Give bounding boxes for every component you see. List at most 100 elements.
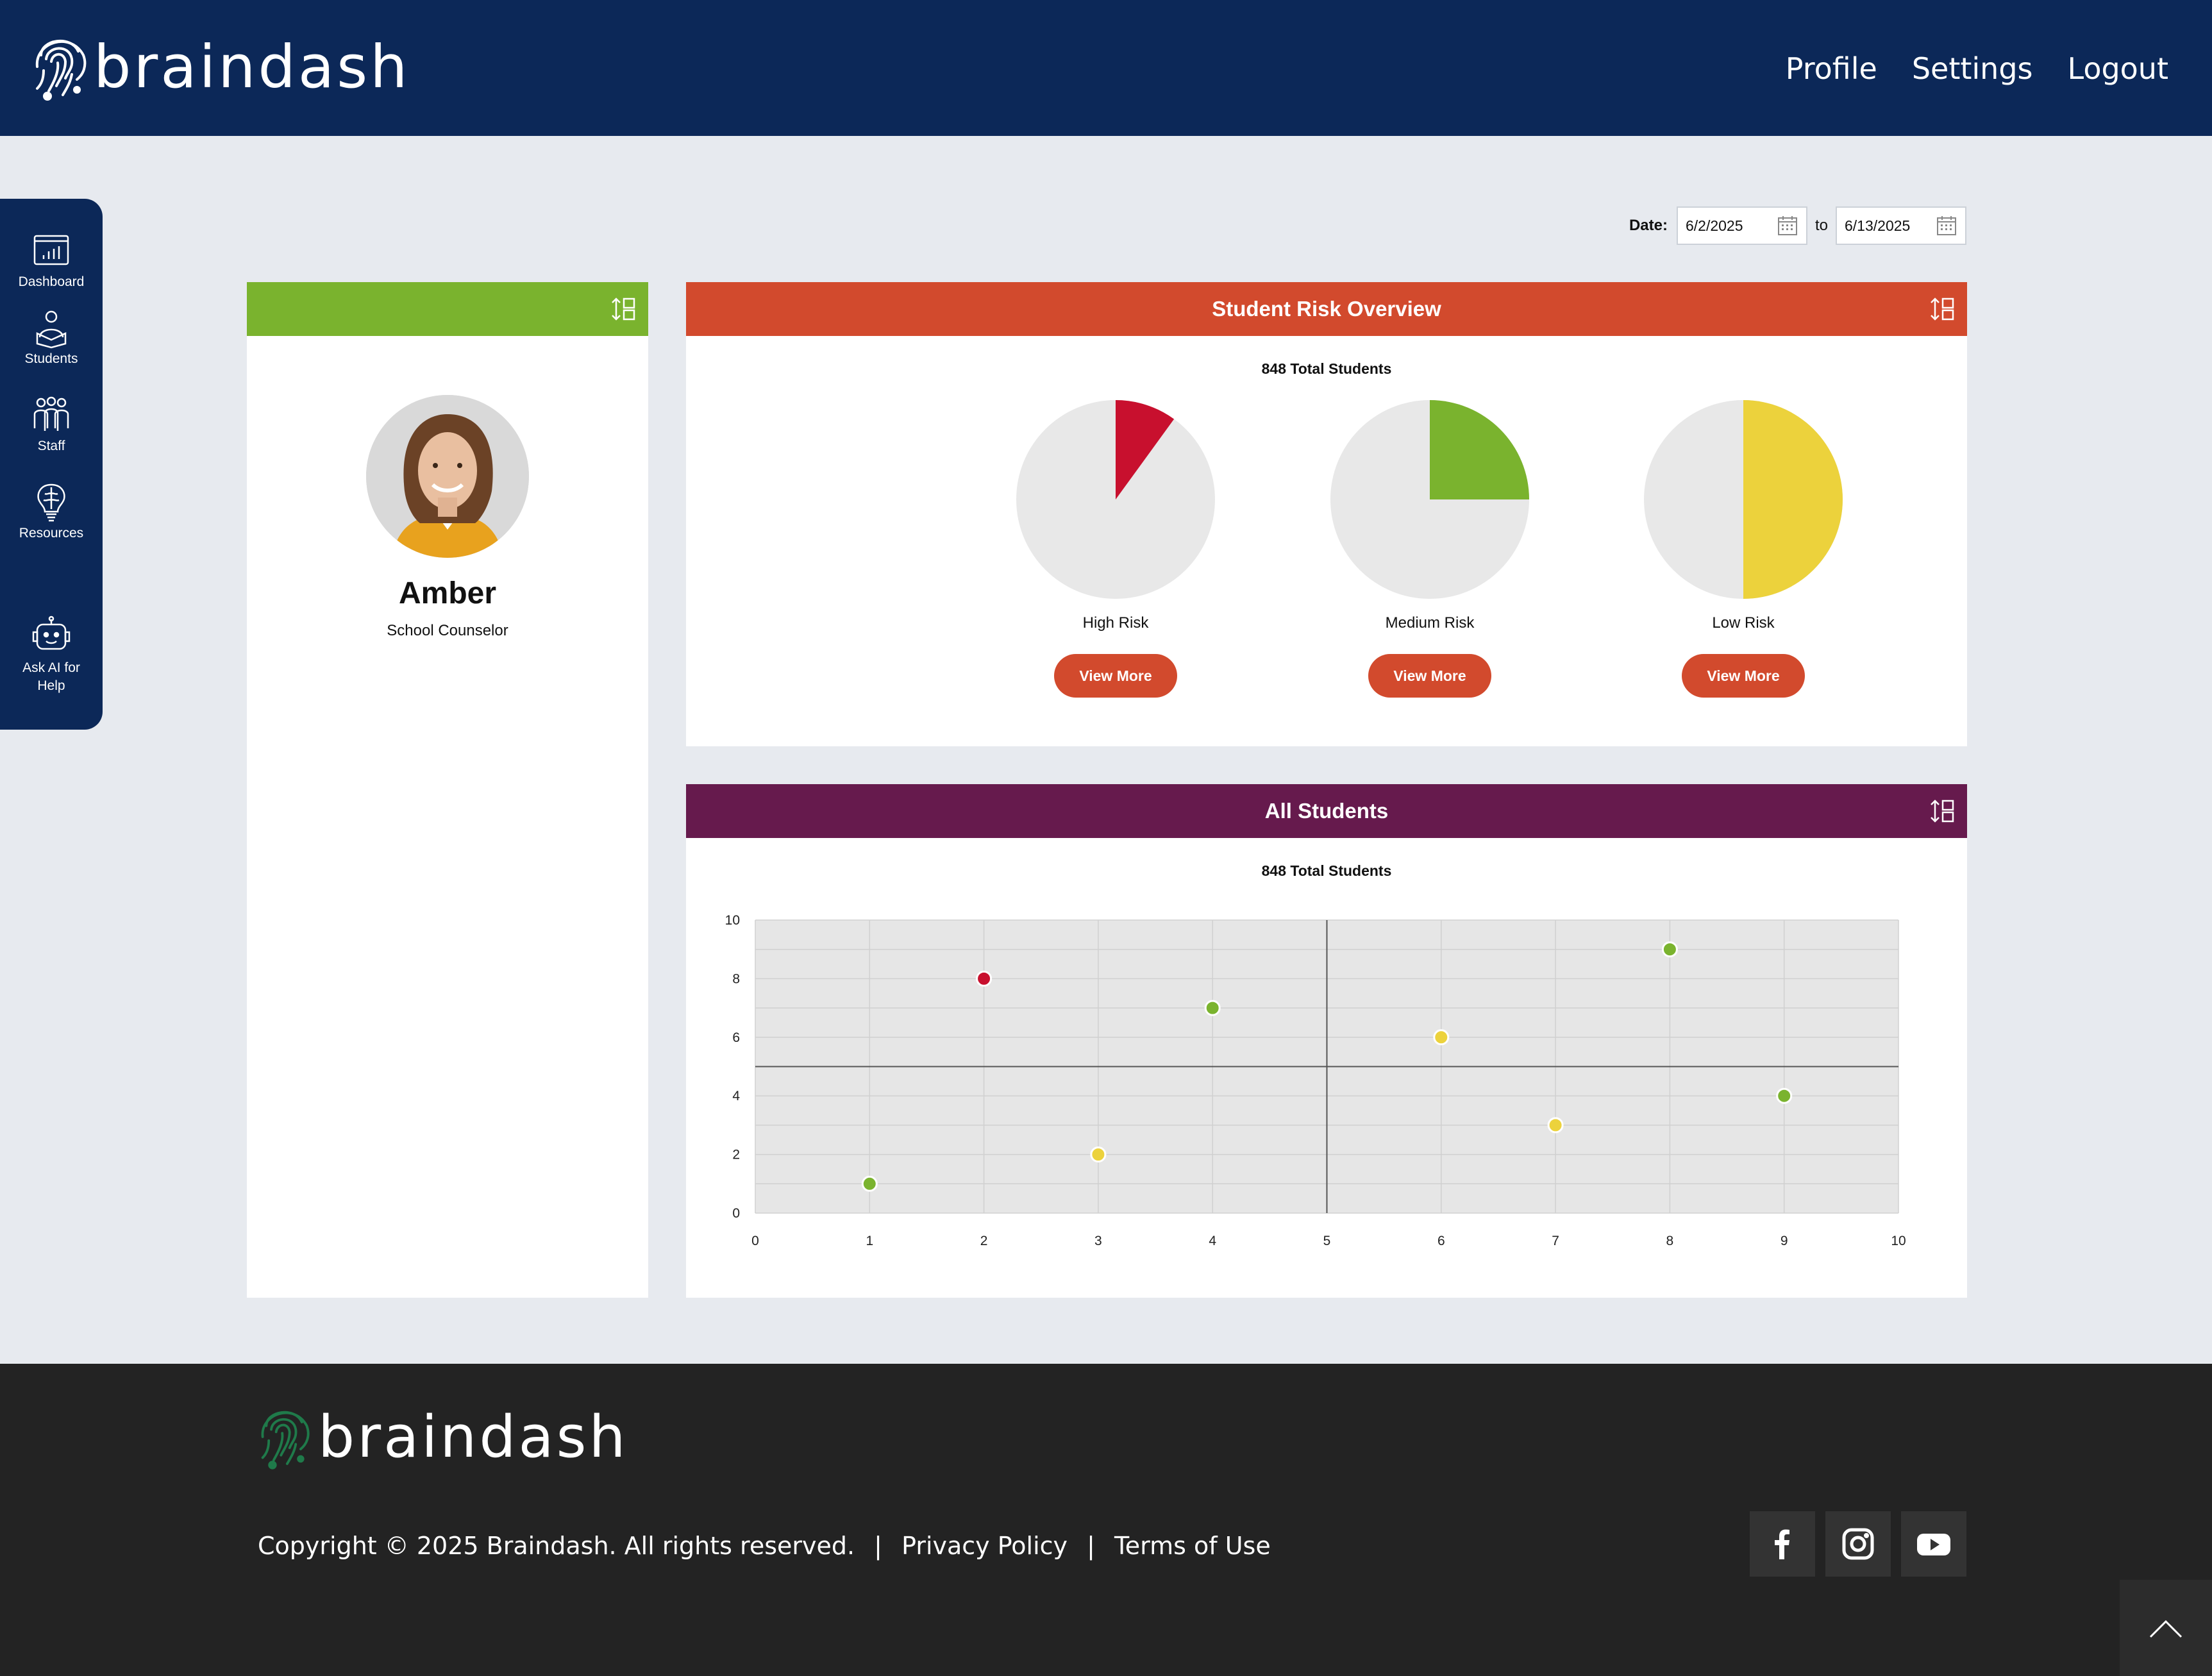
sort-toggle-icon[interactable] [610,295,638,323]
sidebar-item-label: Staff [37,439,65,453]
sidebar-item-label: Resources [19,526,84,541]
footer-logo[interactable]: braindash [258,1401,628,1473]
sidebar-item-students[interactable]: Students [0,308,103,367]
all-students-header: All Students [686,784,1967,838]
x-tick-label: 3 [1094,1234,1102,1248]
low-risk-pie [1644,400,1843,599]
sidebar-item-dashboard[interactable]: Dashboard [0,231,103,290]
staff-icon [33,396,69,431]
profile-name: Amber [398,576,497,610]
separator: | [1087,1532,1095,1560]
top-header: braindash Profile Settings Logout [0,0,2212,136]
medium-risk-slice [1430,400,1529,499]
facebook-button[interactable] [1750,1511,1815,1577]
nav-settings-link[interactable]: Settings [1912,51,2033,86]
date-range-filter: Date: 6/2/2025 to 6/13/2025 [1629,206,1966,245]
copyright-text: Copyright © 2025 Braindash. All rights r… [258,1532,855,1560]
dashboard-icon [33,235,69,265]
sidebar-item-resources[interactable]: Resources [0,482,103,541]
top-nav: Profile Settings Logout [1786,51,2168,86]
student-point [1776,1087,1793,1104]
sidebar-item-staff[interactable]: Staff [0,395,103,454]
low-risk-slice [1743,400,1843,599]
sidebar: Dashboard Students Staff Resources Ask A… [0,199,103,730]
student-point [1204,1000,1221,1016]
fingerprint-icon [261,1411,310,1470]
pie-label: Medium Risk [1385,614,1475,632]
brand-logo[interactable]: braindash [32,28,410,105]
scroll-to-top-button[interactable] [2120,1580,2212,1676]
profile-photo [366,395,529,558]
x-tick-label: 6 [1437,1234,1445,1248]
x-tick-label: 10 [1891,1234,1906,1248]
y-tick-label: 4 [732,1089,740,1103]
panel-title: All Students [1264,799,1389,823]
profile-role: School Counselor [387,622,508,639]
date-to-input[interactable]: 6/13/2025 [1836,206,1966,245]
sort-toggle-icon[interactable] [1929,295,1957,323]
sidebar-item-label: Dashboard [18,274,85,289]
privacy-policy-link[interactable]: Privacy Policy [901,1532,1068,1560]
student-point [1433,1029,1450,1046]
risk-total-students: 848 Total Students [1261,360,1392,377]
view-more-medium-risk-button[interactable]: View More [1368,654,1491,698]
view-more-high-risk-button[interactable]: View More [1054,654,1177,698]
x-tick-label: 8 [1666,1234,1674,1248]
nav-profile-link[interactable]: Profile [1786,51,1877,86]
date-label: Date: [1629,217,1668,234]
footer-links: Copyright © 2025 Braindash. All rights r… [258,1532,1271,1560]
risk-overview-panel: Student Risk Overview 848 Total Students… [686,282,1967,746]
y-tick-label: 8 [732,971,740,986]
social-links [1750,1511,1966,1577]
x-tick-label: 2 [980,1234,988,1248]
student-point [861,1175,878,1192]
date-to-value: 6/13/2025 [1845,217,1911,234]
date-from-input[interactable]: 6/2/2025 [1676,206,1807,245]
instagram-icon [1842,1528,1874,1560]
terms-of-use-link[interactable]: Terms of Use [1114,1532,1271,1560]
student-point [1090,1146,1107,1163]
date-from-value: 6/2/2025 [1685,217,1743,234]
y-tick-label: 10 [725,913,740,928]
footer: braindash Copyright © 2025 Braindash. Al… [0,1364,2212,1676]
instagram-button[interactable] [1825,1511,1891,1577]
risk-group-low: Low Risk View More [1641,400,1846,698]
sidebar-item-label: Ask AI for Help [22,660,80,693]
student-point [976,970,993,987]
profile-panel-header [247,282,648,336]
risk-group-high: High Risk View More [1013,400,1218,698]
y-tick-label: 2 [732,1148,740,1162]
footer-brand-name: braindash [318,1403,628,1471]
x-tick-label: 0 [751,1234,759,1248]
risk-group-medium: Medium Risk View More [1327,400,1532,698]
youtube-button[interactable] [1901,1511,1966,1577]
student-point [1661,941,1678,958]
sidebar-item-label: Students [24,351,78,366]
risk-overview-header: Student Risk Overview [686,282,1967,336]
students-scatter-chart: 0 1 2 3 4 5 6 7 8 9 10 0 2 4 6 8 10 [725,913,1906,1248]
pie-label: Low Risk [1712,614,1775,632]
calendar-icon[interactable] [1936,215,1957,237]
x-tick-label: 1 [866,1234,873,1248]
x-tick-label: 7 [1552,1234,1559,1248]
students-icon [36,310,67,349]
chevron-up-icon [2149,1620,2183,1638]
sidebar-item-ask-ai[interactable]: Ask AI for Help [0,616,103,695]
separator: | [874,1532,882,1560]
facebook-icon [1775,1529,1789,1559]
medium-risk-pie [1330,400,1529,599]
nav-logout-link[interactable]: Logout [2068,51,2169,86]
calendar-icon[interactable] [1777,215,1798,237]
sort-toggle-icon[interactable] [1929,797,1957,825]
y-tick-label: 0 [732,1206,740,1221]
avatar [366,395,529,558]
x-tick-label: 5 [1323,1234,1331,1248]
pie-label: High Risk [1082,614,1149,632]
brain-bulb-icon [37,483,65,522]
y-tick-label: 6 [732,1030,740,1045]
date-to-label: to [1814,217,1828,234]
view-more-low-risk-button[interactable]: View More [1682,654,1805,698]
panel-title: Student Risk Overview [1212,297,1441,321]
x-tick-label: 4 [1209,1234,1216,1248]
youtube-icon [1917,1534,1950,1555]
